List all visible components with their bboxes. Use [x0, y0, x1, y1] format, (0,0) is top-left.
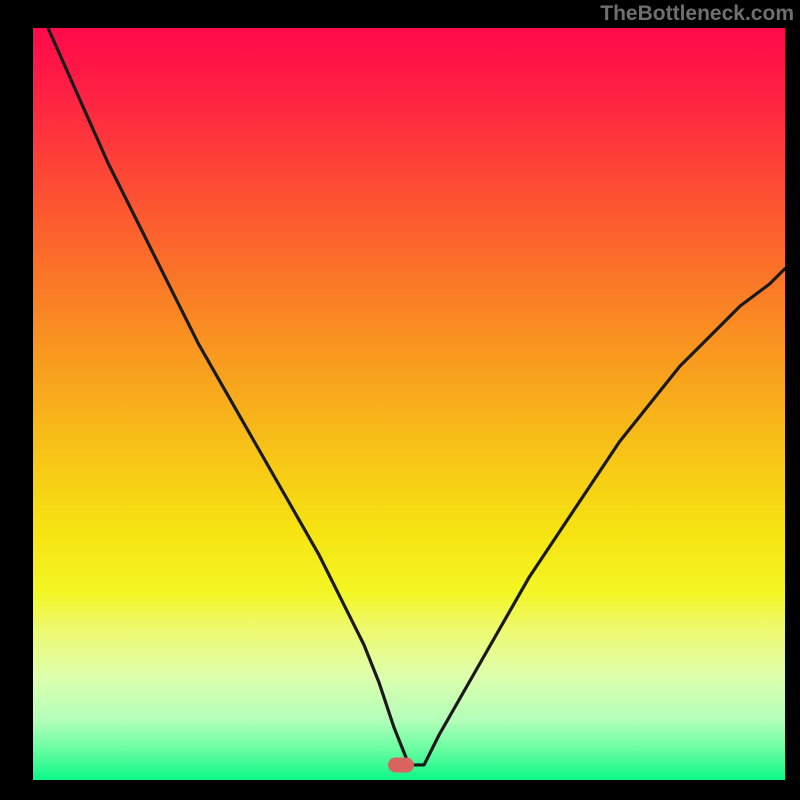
chart-frame: TheBottleneck.com [0, 0, 800, 800]
watermark-text: TheBottleneck.com [600, 2, 794, 26]
plot-area [33, 28, 785, 780]
bottleneck-curve [48, 28, 785, 765]
min-marker [388, 757, 414, 772]
curve-svg [33, 28, 785, 780]
